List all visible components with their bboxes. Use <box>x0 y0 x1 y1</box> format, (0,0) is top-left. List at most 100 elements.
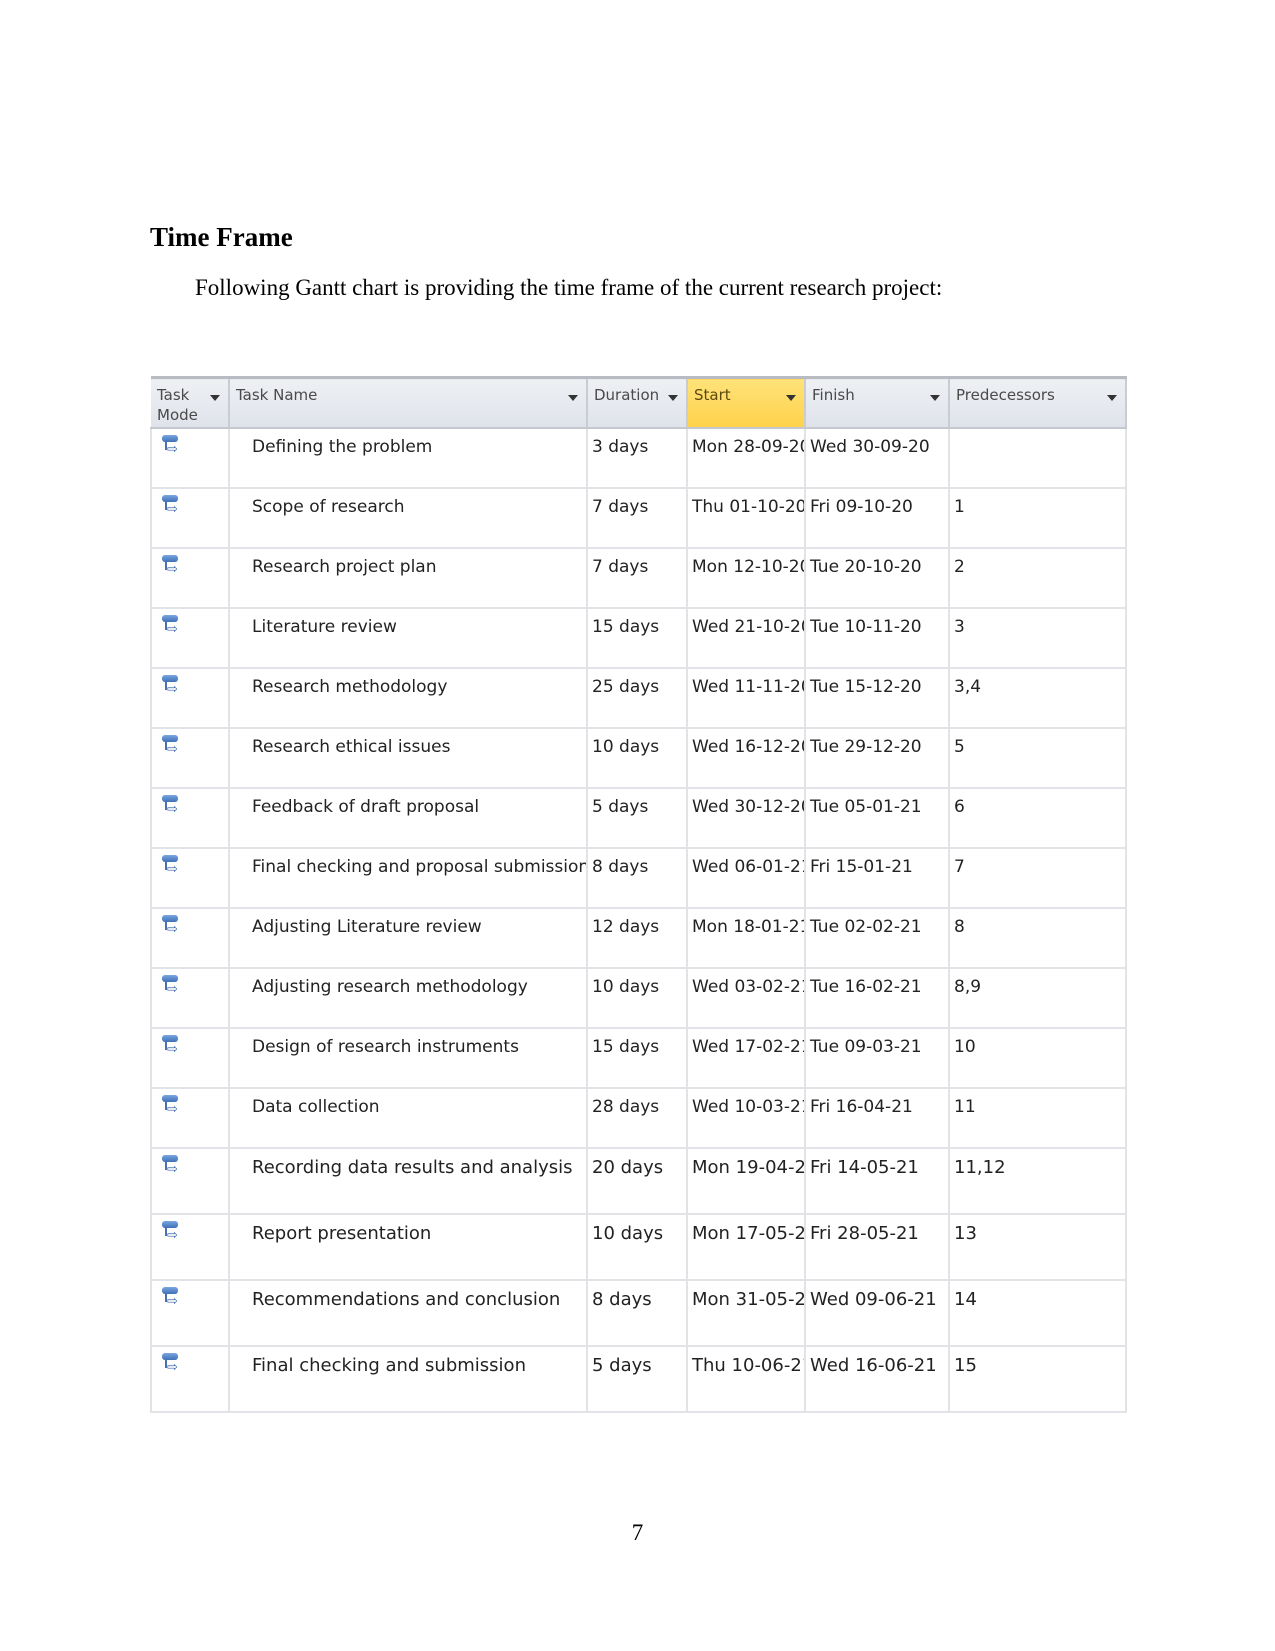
task-mode-cell[interactable]: ⇨ <box>150 548 230 609</box>
dropdown-arrow-icon[interactable] <box>210 395 220 401</box>
cell-finish[interactable]: Tue 05-01-21 <box>805 788 950 849</box>
cell-finish[interactable]: Wed 09-06-21 <box>805 1280 950 1347</box>
cell-name[interactable]: Design of research instruments <box>229 1028 588 1089</box>
cell-finish[interactable]: Tue 02-02-21 <box>805 908 950 969</box>
cell-finish[interactable]: Tue 15-12-20 <box>805 668 950 729</box>
cell-name[interactable]: Report presentation <box>229 1214 588 1281</box>
cell-predecessors[interactable] <box>949 428 1127 489</box>
cell-name[interactable]: Final checking and proposal submission <box>229 848 588 909</box>
cell-start[interactable]: Mon 12-10-20 <box>687 548 806 609</box>
cell-predecessors[interactable]: 11 <box>949 1088 1127 1149</box>
cell-finish[interactable]: Fri 09-10-20 <box>805 488 950 549</box>
cell-name[interactable]: Adjusting Literature review <box>229 908 588 969</box>
table-row[interactable]: ⇨ Research ethical issues 10 days Wed 16-12… <box>150 728 1127 789</box>
table-row[interactable]: ⇨ Feedback of draft proposal 5 days Wed 30-… <box>150 788 1127 849</box>
cell-start[interactable]: Mon 19-04-21 <box>687 1148 806 1215</box>
table-row[interactable]: ⇨ Recording data results and analysis 20 d… <box>150 1148 1127 1215</box>
task-mode-cell[interactable]: ⇨ <box>150 728 230 789</box>
cell-start[interactable]: Mon 17-05-21 <box>687 1214 806 1281</box>
cell-start[interactable]: Wed 21-10-20 <box>687 608 806 669</box>
column-header-task-mode[interactable]: Task Mode <box>151 376 230 429</box>
column-header-finish[interactable]: Finish <box>805 376 950 429</box>
cell-name[interactable]: Final checking and submission <box>229 1346 588 1413</box>
cell-duration[interactable]: 10 days <box>587 968 688 1029</box>
cell-predecessors[interactable]: 5 <box>949 728 1127 789</box>
cell-name[interactable]: Scope of research <box>229 488 588 549</box>
dropdown-arrow-icon[interactable] <box>668 395 678 401</box>
cell-predecessors[interactable]: 14 <box>949 1280 1127 1347</box>
table-row[interactable]: ⇨ Research project plan 7 days Mon 12-10-20… <box>150 548 1127 609</box>
cell-predecessors[interactable]: 3,4 <box>949 668 1127 729</box>
cell-start[interactable]: Wed 10-03-21 <box>687 1088 806 1149</box>
table-row[interactable]: ⇨ Report presentation 10 days Mon 17-05-21 F… <box>150 1214 1127 1281</box>
table-row[interactable]: ⇨ Adjusting research methodology 10 days We… <box>150 968 1127 1029</box>
table-row[interactable]: ⇨ Design of research instruments 15 days We… <box>150 1028 1127 1089</box>
task-mode-cell[interactable]: ⇨ <box>150 1148 230 1215</box>
cell-name[interactable]: Data collection <box>229 1088 588 1149</box>
dropdown-arrow-icon[interactable] <box>568 395 578 401</box>
table-row[interactable]: ⇨ Data collection 28 days Wed 10-03-21 Fri 1… <box>150 1088 1127 1149</box>
cell-duration[interactable]: 25 days <box>587 668 688 729</box>
cell-finish[interactable]: Fri 28-05-21 <box>805 1214 950 1281</box>
cell-name[interactable]: Research project plan <box>229 548 588 609</box>
table-row[interactable]: ⇨ Literature review 15 days Wed 21-10-20 Tue… <box>150 608 1127 669</box>
cell-name[interactable]: Feedback of draft proposal <box>229 788 588 849</box>
task-mode-cell[interactable]: ⇨ <box>150 1028 230 1089</box>
cell-finish[interactable]: Tue 16-02-21 <box>805 968 950 1029</box>
table-row[interactable]: ⇨ Recommendations and conclusion 8 days Mon… <box>150 1280 1127 1347</box>
cell-name[interactable]: Recommendations and conclusion <box>229 1280 588 1347</box>
task-mode-cell[interactable]: ⇨ <box>150 428 230 489</box>
cell-predecessors[interactable]: 15 <box>949 1346 1127 1413</box>
task-mode-cell[interactable]: ⇨ <box>150 1280 230 1347</box>
cell-start[interactable]: Mon 18-01-21 <box>687 908 806 969</box>
cell-duration[interactable]: 10 days <box>587 728 688 789</box>
table-row[interactable]: ⇨ Adjusting Literature review 12 days Mon 1… <box>150 908 1127 969</box>
cell-predecessors[interactable]: 7 <box>949 848 1127 909</box>
cell-start[interactable]: Wed 30-12-20 <box>687 788 806 849</box>
cell-duration[interactable]: 20 days <box>587 1148 688 1215</box>
cell-finish[interactable]: Tue 10-11-20 <box>805 608 950 669</box>
cell-start[interactable]: Mon 31-05-21 <box>687 1280 806 1347</box>
task-mode-cell[interactable]: ⇨ <box>150 488 230 549</box>
cell-finish[interactable]: Wed 16-06-21 <box>805 1346 950 1413</box>
cell-finish[interactable]: Fri 15-01-21 <box>805 848 950 909</box>
cell-start[interactable]: Wed 03-02-21 <box>687 968 806 1029</box>
table-row[interactable]: ⇨ Final checking and proposal submission 8… <box>150 848 1127 909</box>
cell-predecessors[interactable]: 8 <box>949 908 1127 969</box>
cell-start[interactable]: Mon 28-09-20 <box>687 428 806 489</box>
column-header-predecessors[interactable]: Predecessors <box>949 376 1127 429</box>
cell-duration[interactable]: 5 days <box>587 788 688 849</box>
column-header-start[interactable]: Start <box>687 376 806 429</box>
cell-finish[interactable]: Tue 29-12-20 <box>805 728 950 789</box>
cell-predecessors[interactable]: 8,9 <box>949 968 1127 1029</box>
cell-duration[interactable]: 10 days <box>587 1214 688 1281</box>
cell-name[interactable]: Recording data results and analysis <box>229 1148 588 1215</box>
cell-name[interactable]: Literature review <box>229 608 588 669</box>
cell-duration[interactable]: 7 days <box>587 548 688 609</box>
task-mode-cell[interactable]: ⇨ <box>150 668 230 729</box>
cell-duration[interactable]: 8 days <box>587 848 688 909</box>
column-header-task-name[interactable]: Task Name <box>229 376 588 429</box>
task-mode-cell[interactable]: ⇨ <box>150 848 230 909</box>
cell-finish[interactable]: Tue 09-03-21 <box>805 1028 950 1089</box>
cell-duration[interactable]: 5 days <box>587 1346 688 1413</box>
cell-finish[interactable]: Tue 20-10-20 <box>805 548 950 609</box>
task-mode-cell[interactable]: ⇨ <box>150 608 230 669</box>
cell-duration[interactable]: 3 days <box>587 428 688 489</box>
dropdown-arrow-icon[interactable] <box>1107 395 1117 401</box>
cell-name[interactable]: Research methodology <box>229 668 588 729</box>
cell-predecessors[interactable]: 11,12 <box>949 1148 1127 1215</box>
cell-duration[interactable]: 7 days <box>587 488 688 549</box>
cell-predecessors[interactable]: 2 <box>949 548 1127 609</box>
cell-predecessors[interactable]: 1 <box>949 488 1127 549</box>
table-row[interactable]: ⇨ Defining the problem 3 days Mon 28-09-20 W… <box>150 428 1127 489</box>
cell-duration[interactable]: 8 days <box>587 1280 688 1347</box>
cell-start[interactable]: Wed 16-12-20 <box>687 728 806 789</box>
cell-predecessors[interactable]: 13 <box>949 1214 1127 1281</box>
cell-start[interactable]: Wed 11-11-20 <box>687 668 806 729</box>
cell-finish[interactable]: Wed 30-09-20 <box>805 428 950 489</box>
cell-start[interactable]: Thu 10-06-21 <box>687 1346 806 1413</box>
task-mode-cell[interactable]: ⇨ <box>150 1214 230 1281</box>
cell-start[interactable]: Wed 06-01-21 <box>687 848 806 909</box>
cell-name[interactable]: Defining the problem <box>229 428 588 489</box>
